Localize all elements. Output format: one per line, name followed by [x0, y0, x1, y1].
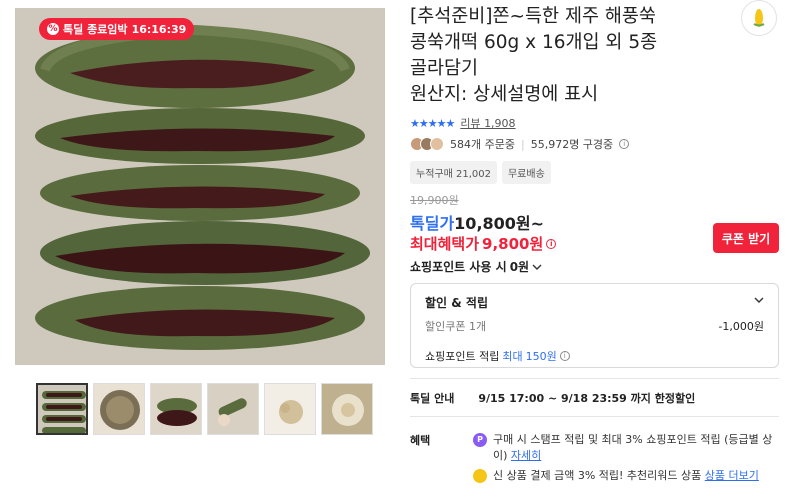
divider — [410, 416, 779, 417]
points-value: 150원 — [525, 350, 557, 363]
points-prefix: 최대 — [502, 350, 523, 363]
review-link[interactable]: 리뷰 1,908 — [460, 115, 515, 131]
point-use-value: 0원 — [509, 260, 530, 274]
deal-price: 톡딜가10,800원~ — [410, 210, 544, 234]
viewers-count: 55,972명 구경중 — [530, 138, 614, 151]
info-icon[interactable]: i — [619, 139, 630, 149]
chevron-down-icon — [532, 264, 542, 270]
product-title: [추석준비]쫀~득한 제주 해풍쑥 콩쑥개떡 60g x 16개입 외 5종 골… — [410, 4, 730, 108]
benefits-section: 혜택 — [410, 432, 430, 448]
deal-info: 톡딜 안내 9/15 17:00 ~ 9/18 23:59 까지 한정할인 — [410, 390, 695, 406]
benefit-text: 신 상품 결제 금액 3% 적립! 추천리워드 상품 — [493, 469, 702, 482]
info-icon[interactable]: i — [559, 351, 570, 361]
divider — [410, 378, 779, 379]
title-line-2: 콩쑥개떡 60g x 16개입 외 5종 — [410, 32, 658, 53]
cumulative-purchase-chip: 누적구매 21,002 — [410, 161, 497, 184]
review-summary: ★★★★★ 리뷰 1,908 — [410, 115, 516, 131]
orders-count: 584개 주문중 — [450, 138, 515, 151]
original-price: 19,900원 — [410, 194, 459, 207]
badge-chips: 누적구매 21,002 무료배송 — [410, 161, 551, 184]
brand-mascot-button[interactable] — [741, 0, 777, 36]
corn-icon — [753, 9, 765, 27]
title-line-1: [추석준비]쫀~득한 제주 해풍쑥 — [410, 6, 656, 27]
deal-price-value: 10,800원~ — [454, 214, 545, 233]
more-products-link[interactable]: 상품 더보기 — [705, 469, 759, 482]
points-label: 쇼핑포인트 적립 — [425, 350, 500, 363]
thumbnail-3[interactable] — [150, 383, 202, 435]
max-price-value: 9,800원 — [482, 235, 544, 253]
info-icon[interactable]: i — [546, 238, 557, 249]
coin-icon: ● — [473, 469, 487, 483]
mugwort-cake-illustration — [15, 8, 385, 365]
max-price-label: 최대혜택가 — [410, 235, 480, 253]
percent-icon: % — [47, 23, 59, 35]
deal-info-period: 9/15 17:00 ~ 9/18 23:59 까지 한정할인 — [478, 392, 696, 405]
deal-price-label: 톡딜가 — [410, 214, 455, 233]
coupon-value: -1,000원 — [718, 320, 764, 333]
thumbnail-5[interactable] — [264, 383, 316, 435]
deal-info-label: 톡딜 안내 — [410, 392, 455, 405]
rating-stars: ★★★★★ — [410, 116, 455, 130]
coupon-button[interactable]: 쿠폰 받기 — [713, 223, 779, 253]
review-count: 1,908 — [484, 117, 516, 130]
divider: | — [520, 137, 525, 151]
benefit-detail-link[interactable]: 자세히 — [511, 449, 541, 462]
benefit-item-reward: ● 신 상품 결제 금액 3% 적립! 추천리워드 상품 상품 더보기 — [473, 468, 773, 484]
benefit-item-stamp: P 구매 시 스탬프 적립 및 최대 3% 쇼핑포인트 적립 (등급별 상이) … — [473, 432, 773, 464]
chevron-down-icon — [754, 297, 764, 303]
deal-badge-label: 톡딜 종료임박 — [63, 23, 128, 36]
product-main-image: % 톡딜 종료임박 16:16:39 — [15, 8, 385, 365]
free-shipping-chip: 무료배송 — [501, 161, 551, 184]
deal-badge: % 톡딜 종료임박 16:16:39 — [39, 18, 195, 40]
thumbnail-6[interactable] — [321, 383, 373, 435]
thumbnail-1[interactable] — [36, 383, 88, 435]
benefits-label: 혜택 — [410, 434, 431, 447]
point-use-toggle[interactable]: 쇼핑포인트 사용 시 0원 — [410, 258, 542, 275]
review-label: 리뷰 — [460, 117, 481, 130]
thumbnail-strip — [36, 383, 373, 435]
collapse-toggle[interactable] — [754, 294, 764, 307]
deal-badge-timer: 16:16:39 — [131, 22, 187, 36]
avatar — [430, 137, 444, 151]
thumbnail-2[interactable] — [93, 383, 145, 435]
benefit-panel-title: 할인 & 적립 — [425, 296, 488, 310]
order-stats: 584개 주문중 | 55,972명 구경중 i — [410, 136, 630, 152]
point-use-label: 쇼핑포인트 사용 시 — [410, 260, 507, 274]
coupon-label: 할인쿠폰 1개 — [425, 320, 487, 333]
shopping-points: 쇼핑포인트 적립 최대 150원 i — [425, 348, 570, 364]
thumbnail-4[interactable] — [207, 383, 259, 435]
point-icon: P — [473, 433, 487, 447]
max-benefit-price: 최대혜택가 9,800원 i — [410, 233, 557, 254]
title-line-4: 원산지: 상세설명에 표시 — [410, 84, 599, 105]
buyer-avatars — [410, 137, 444, 151]
discount-benefit-panel: 할인 & 적립 할인쿠폰 1개 -1,000원 쇼핑포인트 적립 최대 150원… — [410, 283, 779, 368]
title-line-3: 골라담기 — [410, 58, 479, 79]
